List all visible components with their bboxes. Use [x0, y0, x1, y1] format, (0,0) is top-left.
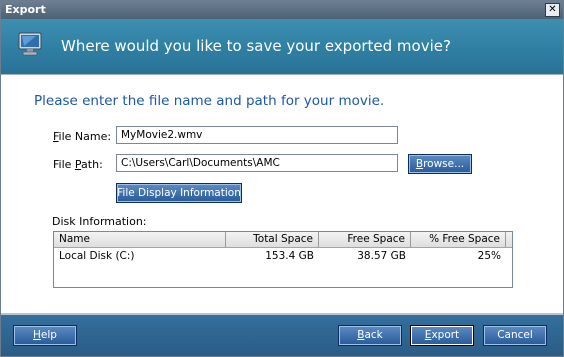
disk-percent-free-cell: 25%: [477, 250, 501, 262]
header-divider: [1, 74, 563, 75]
footer-bar: Help Back Export Cancel: [1, 315, 563, 356]
column-header-name[interactable]: Name: [54, 232, 226, 247]
browse-button[interactable]: Browse...: [408, 154, 472, 174]
file-path-input[interactable]: C:\Users\Carl\Documents\AMC: [116, 154, 398, 172]
file-name-label: File Name:: [53, 130, 112, 143]
export-button[interactable]: Export: [410, 325, 474, 346]
header-title: Where would you like to save your export…: [61, 37, 451, 55]
file-path-label: File Path:: [53, 158, 103, 171]
instruction-text: Please enter the file name and path for …: [34, 93, 385, 109]
list-header: Name Total Space Free Space % Free Space: [54, 232, 512, 248]
disk-free-cell: 38.57 GB: [357, 250, 406, 262]
back-button[interactable]: Back: [338, 325, 402, 346]
export-dialog: Export ✕ Where would you like to save yo…: [0, 0, 564, 357]
disk-information-label: Disk Information:: [52, 215, 147, 228]
close-icon: ✕: [548, 4, 557, 15]
monitor-icon: [18, 32, 42, 56]
file-display-information-button[interactable]: File Display Information: [116, 183, 242, 203]
table-row[interactable]: Local Disk (C:) 153.4 GB 38.57 GB 25%: [54, 249, 512, 264]
cancel-button[interactable]: Cancel: [483, 325, 547, 346]
column-header-total-space[interactable]: Total Space: [226, 232, 319, 247]
column-header-free-space[interactable]: Free Space: [319, 232, 411, 247]
disk-name-cell: Local Disk (C:): [59, 250, 135, 262]
window-title: Export: [5, 3, 46, 16]
disk-total-cell: 153.4 GB: [265, 250, 314, 262]
header-banner: Where would you like to save your export…: [1, 19, 563, 74]
title-bar: Export ✕: [1, 1, 563, 19]
help-button[interactable]: Help: [13, 325, 77, 346]
close-button[interactable]: ✕: [545, 3, 560, 17]
file-name-input[interactable]: MyMovie2.wmv: [116, 126, 398, 144]
disk-information-list[interactable]: Name Total Space Free Space % Free Space…: [53, 231, 513, 288]
column-header-percent-free[interactable]: % Free Space: [411, 232, 506, 247]
